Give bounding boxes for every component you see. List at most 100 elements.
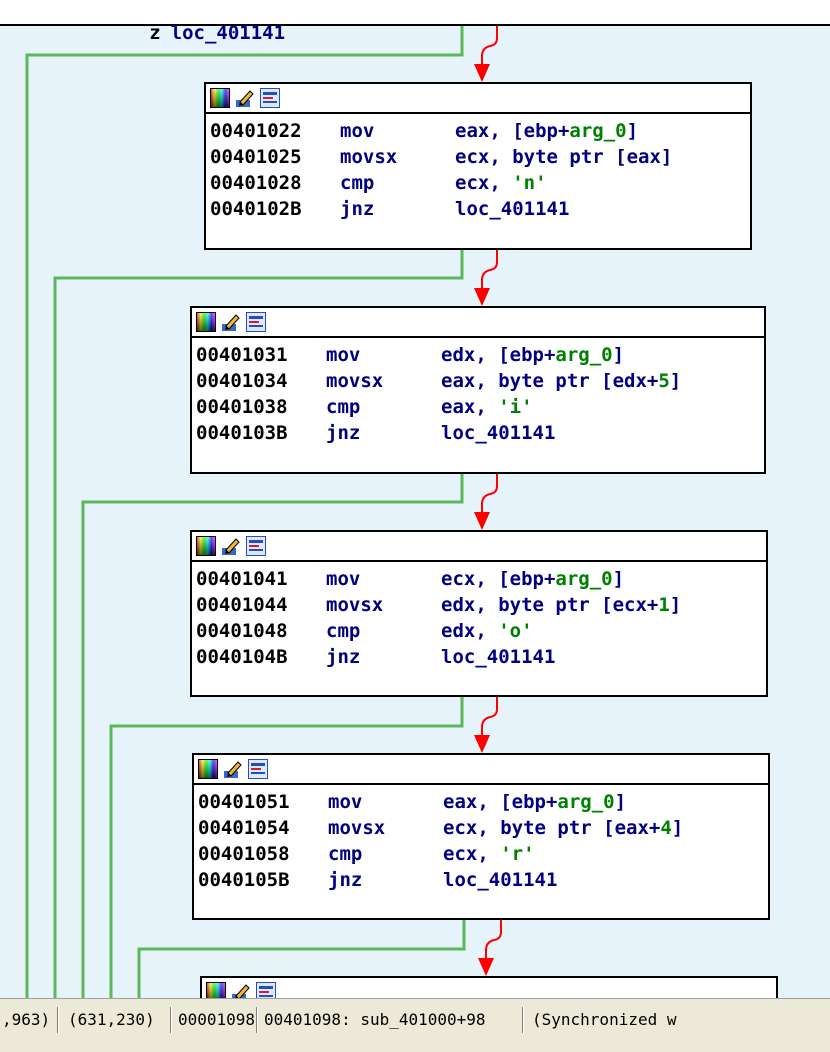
color-palette-icon[interactable] — [198, 759, 218, 779]
graph-list-icon[interactable] — [260, 88, 280, 108]
false-edge — [485, 920, 502, 960]
operand-text: loc_401141 — [455, 198, 570, 220]
operand-text: ] — [614, 791, 627, 813]
status-location: 00401098: sub_401000+98 — [264, 1010, 486, 1029]
color-palette-icon[interactable] — [210, 88, 230, 108]
mnemonic: movsx — [340, 146, 398, 168]
code-block[interactable] — [200, 976, 778, 1000]
operand-text: ] — [669, 370, 682, 392]
graph-list-icon[interactable] — [246, 536, 266, 556]
status-bar: ,963) (631,230) 00001098 00401098: sub_4… — [0, 998, 830, 1052]
mnemonic: cmp — [328, 843, 363, 865]
operand-text: ecx, — [455, 172, 513, 194]
operand-text: edx, [ebp+ — [441, 344, 556, 366]
operand-text: ] — [669, 594, 682, 616]
edit-pencil-icon[interactable] — [221, 536, 241, 556]
code-line[interactable]: 00401031 mov edx, [ebp+arg_0] — [196, 342, 764, 368]
operand-immediate: arg_0 — [555, 344, 613, 366]
address: 00401022 — [210, 120, 302, 142]
false-edge — [481, 24, 498, 66]
operand: ecx, byte ptr [eax+4] — [443, 817, 683, 839]
address: 0040104B — [196, 646, 288, 668]
mnemonic: z — [149, 22, 161, 44]
status-sync: (Synchronized w — [532, 1010, 677, 1029]
operand: edx, [ebp+arg_0] — [441, 344, 624, 366]
address: 00401034 — [196, 370, 288, 392]
code-block[interactable]: 00401041 mov ecx, [ebp+arg_0] 00401044 movsx… — [190, 530, 768, 697]
code-block[interactable]: 00401031 mov edx, [ebp+arg_0] 00401034 movsx… — [190, 306, 766, 474]
code-line[interactable]: 00401054 movsx ecx, byte ptr [eax+4] — [198, 815, 768, 841]
code-line[interactable]: 00401028 cmp ecx, 'n' — [210, 170, 750, 196]
operand-text: eax, — [441, 396, 499, 418]
mnemonic: movsx — [328, 817, 386, 839]
graph-list-icon[interactable] — [248, 759, 268, 779]
edit-pencil-icon[interactable] — [223, 759, 243, 779]
mnemonic: jnz — [340, 198, 375, 220]
block-header — [192, 532, 766, 562]
operand: ecx, byte ptr [eax] — [455, 146, 672, 168]
address: 00401054 — [198, 817, 290, 839]
status-separator — [256, 1007, 258, 1033]
address: 0040102B — [210, 198, 302, 220]
code-line[interactable]: 0040103B jnz loc_401141 — [196, 420, 764, 446]
code-block[interactable]: 00401022 mov eax, [ebp+arg_0] 00401025 movsx… — [204, 82, 752, 250]
code-line[interactable]: 00401025 movsx ecx, byte ptr [eax] — [210, 144, 750, 170]
operand-immediate: arg_0 — [557, 791, 615, 813]
operand-text: edx, — [441, 620, 499, 642]
operand-text: ] — [626, 120, 639, 142]
operand-text: ecx, byte ptr [eax] — [455, 146, 673, 168]
operand-text: eax, [ebp+ — [455, 120, 570, 142]
arrow-head — [474, 512, 490, 530]
previous-block[interactable]: z loc_401141 — [0, 0, 830, 44]
mnemonic: cmp — [340, 172, 375, 194]
code-line[interactable]: 0040105B jnz loc_401141 — [198, 867, 768, 893]
edit-pencil-icon[interactable] — [235, 88, 255, 108]
graph-view[interactable]: z loc_401141 00401022 mov eax, [ebp+arg_0] 0… — [0, 0, 830, 1000]
operand-immediate: 'n' — [512, 172, 547, 194]
arrow-head — [474, 735, 490, 753]
address: 00401041 — [196, 568, 288, 590]
block-header — [206, 84, 750, 114]
address: 00401025 — [210, 146, 302, 168]
block-header — [202, 978, 776, 1000]
operand-text: ] — [612, 344, 625, 366]
operand-text: ecx, — [443, 843, 501, 865]
mnemonic: movsx — [326, 594, 384, 616]
code-line[interactable]: 00401048 cmp edx, 'o' — [196, 618, 766, 644]
address: 0040105B — [198, 869, 290, 891]
color-palette-icon[interactable] — [196, 536, 216, 556]
address: 0040103B — [196, 422, 288, 444]
code-line[interactable]: 00401051 mov eax, [ebp+arg_0] — [198, 789, 768, 815]
code-line[interactable]: 00401058 cmp ecx, 'r' — [198, 841, 768, 867]
mnemonic: jnz — [326, 422, 361, 444]
code-line[interactable]: 0040104B jnz loc_401141 — [196, 644, 766, 670]
block-header — [194, 755, 768, 785]
operand-immediate: 4 — [660, 817, 672, 839]
operand: eax, [ebp+arg_0] — [455, 120, 638, 142]
code-line[interactable]: 00401038 cmp eax, 'i' — [196, 394, 764, 420]
edit-pencil-icon[interactable] — [221, 312, 241, 332]
status-separator — [522, 1007, 524, 1033]
address: 00401028 — [210, 172, 302, 194]
operand-immediate: 5 — [658, 370, 670, 392]
code-line[interactable]: 00401041 mov ecx, [ebp+arg_0] — [196, 566, 766, 592]
operand: ecx, [ebp+arg_0] — [441, 568, 624, 590]
code-block[interactable]: 00401051 mov eax, [ebp+arg_0] 00401054 movsx… — [192, 753, 770, 920]
operand-text: ] — [612, 568, 625, 590]
color-palette-icon[interactable] — [196, 312, 216, 332]
code-line[interactable]: 00401044 movsx edx, byte ptr [ecx+1] — [196, 592, 766, 618]
mnemonic: mov — [326, 568, 361, 590]
code-line[interactable]: 0040102B jnz loc_401141 — [210, 196, 750, 222]
operand-immediate: 'o' — [498, 620, 533, 642]
code-line[interactable]: 00401034 movsx eax, byte ptr [edx+5] — [196, 368, 764, 394]
mnemonic: cmp — [326, 620, 361, 642]
operand-text: loc_401141 — [441, 646, 556, 668]
code-line[interactable]: 00401022 mov eax, [ebp+arg_0] — [210, 118, 750, 144]
address: 00401044 — [196, 594, 288, 616]
operand-immediate: arg_0 — [569, 120, 627, 142]
mnemonic: jnz — [326, 646, 361, 668]
false-edge — [481, 250, 498, 290]
graph-list-icon[interactable] — [246, 312, 266, 332]
arrow-head — [474, 64, 490, 82]
code-line: z loc_401141 — [0, 0, 285, 44]
